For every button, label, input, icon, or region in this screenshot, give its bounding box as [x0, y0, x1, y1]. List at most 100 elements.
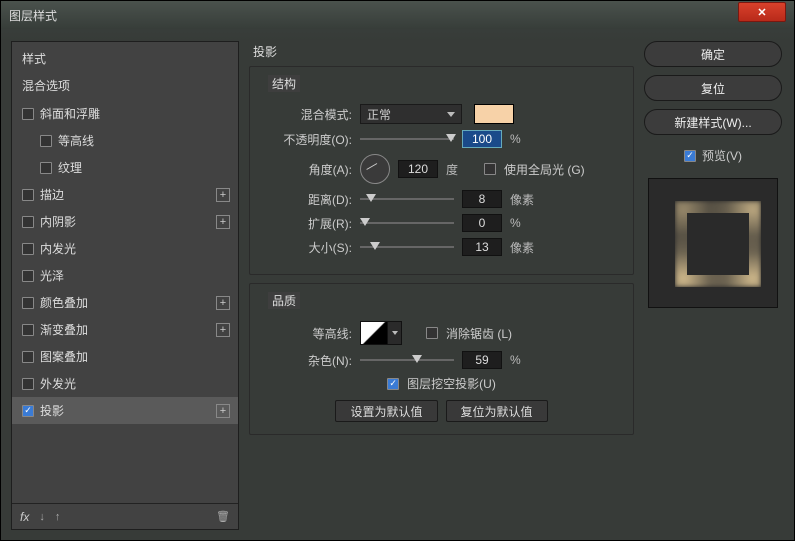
effect-label: 描边 [40, 186, 210, 203]
effect-label: 光泽 [40, 267, 230, 284]
sidebar-item-6[interactable]: 光泽 [12, 262, 238, 289]
cancel-button[interactable]: 复位 [644, 75, 782, 101]
fx-menu-icon[interactable]: fx [20, 510, 29, 524]
opacity-slider[interactable] [360, 132, 454, 146]
effect-checkbox[interactable] [40, 162, 52, 174]
effect-label: 颜色叠加 [40, 294, 210, 311]
global-light-checkbox[interactable] [484, 163, 496, 175]
sidebar-item-9[interactable]: 图案叠加 [12, 343, 238, 370]
spread-label: 扩展(R): [264, 215, 352, 232]
quality-title: 品质 [268, 292, 300, 309]
window-title: 图层样式 [9, 7, 738, 24]
distance-input[interactable]: 8 [462, 190, 502, 208]
sidebar-item-2[interactable]: 纹理 [12, 154, 238, 181]
noise-input[interactable]: 59 [462, 351, 502, 369]
effect-checkbox[interactable] [22, 378, 34, 390]
sidebar-item-10[interactable]: 外发光 [12, 370, 238, 397]
move-down-icon[interactable]: ↓ [39, 511, 45, 523]
effect-checkbox[interactable] [22, 108, 34, 120]
move-up-icon[interactable]: ↑ [55, 511, 61, 523]
sidebar-item-5[interactable]: 内发光 [12, 235, 238, 262]
angle-input[interactable]: 120 [398, 160, 438, 178]
effect-checkbox[interactable] [22, 324, 34, 336]
angle-unit: 度 [446, 161, 476, 178]
sidebar-item-1[interactable]: 等高线 [12, 127, 238, 154]
size-label: 大小(S): [264, 239, 352, 256]
effect-label: 渐变叠加 [40, 321, 210, 338]
effect-label: 外发光 [40, 375, 230, 392]
effect-checkbox[interactable] [40, 135, 52, 147]
spread-unit: % [510, 216, 540, 230]
sidebar-heading-styles[interactable]: 样式 [12, 42, 238, 71]
effect-checkbox[interactable] [22, 405, 34, 417]
sidebar-item-0[interactable]: 斜面和浮雕 [12, 100, 238, 127]
distance-label: 距离(D): [264, 191, 352, 208]
knockout-label: 图层挖空投影(U) [407, 375, 496, 392]
effect-label: 图案叠加 [40, 348, 230, 365]
sidebar-heading-blend[interactable]: 混合选项 [12, 71, 238, 100]
sidebar-footer: fx ↓ ↑ 🗑 [12, 503, 238, 529]
sidebar-item-8[interactable]: 渐变叠加 + [12, 316, 238, 343]
effect-label: 内阴影 [40, 213, 210, 230]
preview-checkbox[interactable] [684, 150, 696, 162]
trash-icon[interactable]: 🗑 [216, 510, 230, 523]
structure-title: 结构 [268, 75, 300, 92]
sidebar-item-4[interactable]: 内阴影 + [12, 208, 238, 235]
effect-checkbox[interactable] [22, 216, 34, 228]
make-default-button[interactable]: 设置为默认值 [335, 400, 437, 422]
spread-slider[interactable] [360, 216, 454, 230]
effect-label: 投影 [40, 402, 210, 419]
angle-dial[interactable] [360, 154, 390, 184]
add-effect-icon[interactable]: + [216, 188, 230, 202]
effect-checkbox[interactable] [22, 270, 34, 282]
noise-label: 杂色(N): [264, 352, 352, 369]
blend-mode-select[interactable]: 正常 [360, 104, 462, 124]
effect-checkbox[interactable] [22, 351, 34, 363]
sidebar-item-11[interactable]: 投影 + [12, 397, 238, 424]
size-slider[interactable] [360, 240, 454, 254]
opacity-unit: % [510, 132, 540, 146]
effect-checkbox[interactable] [22, 189, 34, 201]
right-panel: 确定 复位 新建样式(W)... 预览(V) [642, 41, 784, 530]
antialias-label: 消除锯齿 (L) [446, 325, 512, 342]
noise-slider[interactable] [360, 353, 454, 367]
opacity-label: 不透明度(O): [264, 131, 352, 148]
angle-label: 角度(A): [264, 161, 352, 178]
reset-default-button[interactable]: 复位为默认值 [446, 400, 548, 422]
sidebar-item-3[interactable]: 描边 + [12, 181, 238, 208]
effect-label: 纹理 [58, 159, 230, 176]
ok-button[interactable]: 确定 [644, 41, 782, 67]
distance-unit: 像素 [510, 191, 540, 208]
preview-thumbnail [648, 178, 778, 308]
contour-label: 等高线: [264, 325, 352, 342]
panel-title: 投影 [253, 43, 634, 60]
settings-panel: 投影 结构 混合模式: 正常 不透明度(O): 100 % [249, 41, 634, 530]
contour-picker[interactable] [360, 321, 388, 345]
effect-checkbox[interactable] [22, 243, 34, 255]
opacity-input[interactable]: 100 [462, 130, 502, 148]
contour-dropdown-icon[interactable] [388, 321, 402, 345]
sidebar-list: 斜面和浮雕等高线纹理描边 + 内阴影 + 内发光光泽颜色叠加 + 渐变叠加 + 图案叠加外发光投… [12, 100, 238, 503]
effect-checkbox[interactable] [22, 297, 34, 309]
add-effect-icon[interactable]: + [216, 215, 230, 229]
structure-group: 结构 混合模式: 正常 不透明度(O): 100 % 角度(A): [249, 66, 634, 275]
blend-mode-label: 混合模式: [264, 106, 352, 123]
spread-input[interactable]: 0 [462, 214, 502, 232]
effect-label: 斜面和浮雕 [40, 105, 230, 122]
close-button[interactable]: ✕ [738, 2, 786, 22]
shadow-color-swatch[interactable] [474, 104, 514, 124]
sidebar-item-7[interactable]: 颜色叠加 + [12, 289, 238, 316]
quality-group: 品质 等高线: 消除锯齿 (L) 杂色(N): [249, 283, 634, 435]
effects-sidebar: 样式 混合选项 斜面和浮雕等高线纹理描边 + 内阴影 + 内发光光泽颜色叠加 + 渐变叠加 +… [11, 41, 239, 530]
add-effect-icon[interactable]: + [216, 404, 230, 418]
size-unit: 像素 [510, 239, 540, 256]
antialias-checkbox[interactable] [426, 327, 438, 339]
add-effect-icon[interactable]: + [216, 296, 230, 310]
noise-unit: % [510, 353, 540, 367]
distance-slider[interactable] [360, 192, 454, 206]
new-style-button[interactable]: 新建样式(W)... [644, 109, 782, 135]
size-input[interactable]: 13 [462, 238, 502, 256]
titlebar[interactable]: 图层样式 ✕ [1, 1, 794, 29]
add-effect-icon[interactable]: + [216, 323, 230, 337]
knockout-checkbox[interactable] [387, 378, 399, 390]
